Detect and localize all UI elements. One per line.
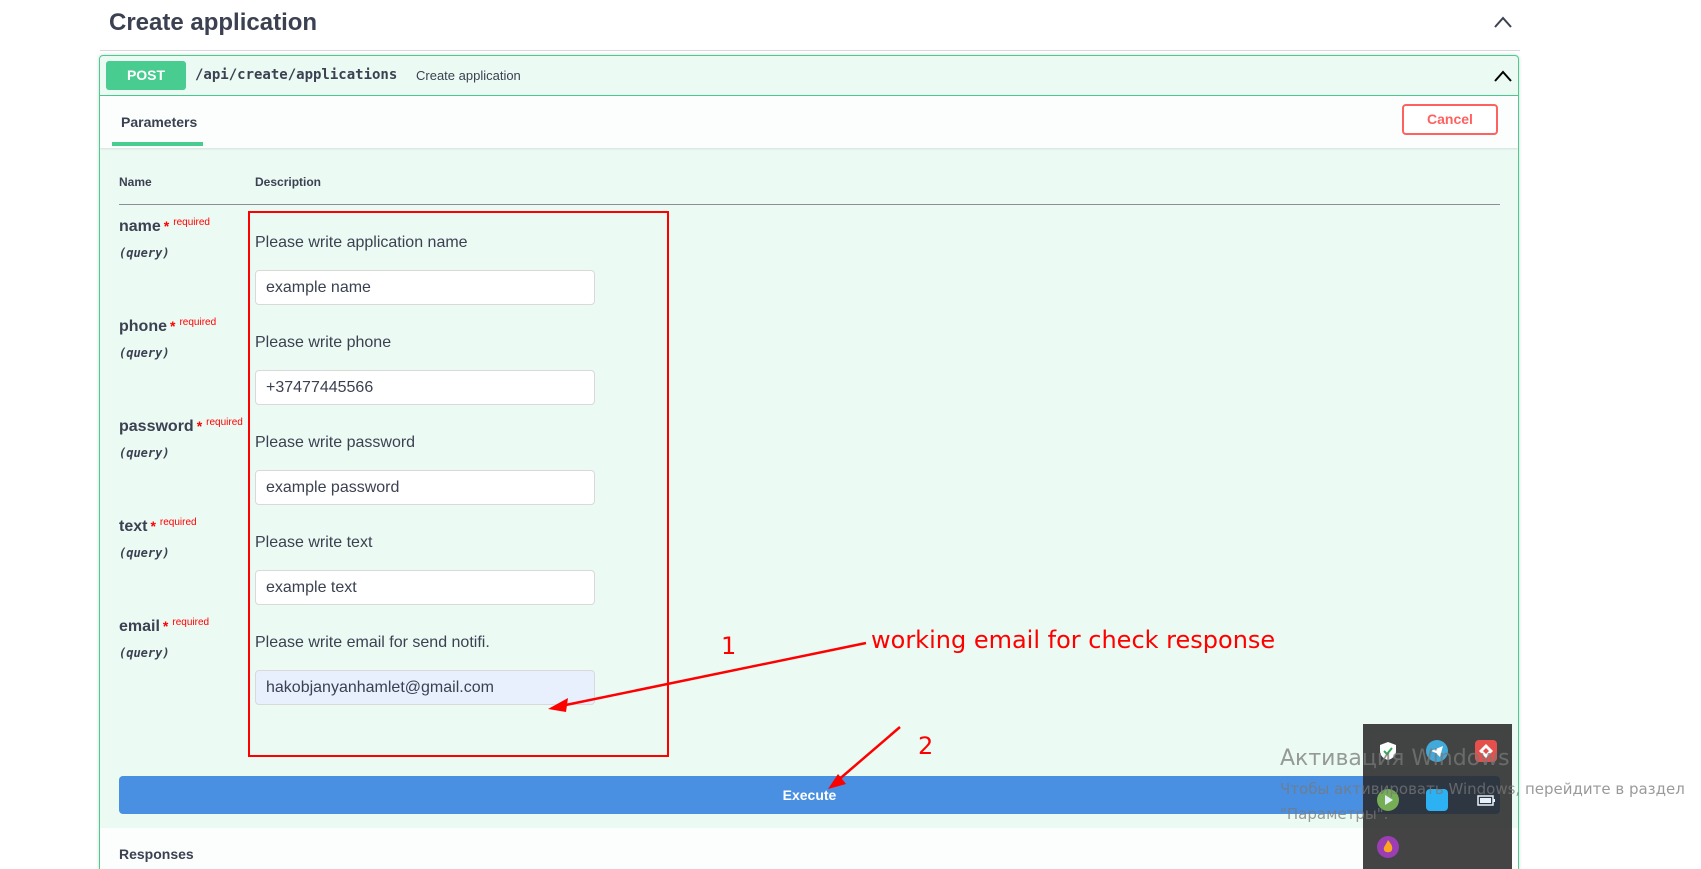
param-location: (query) — [119, 546, 170, 560]
phone-input[interactable]: +37477445566 — [255, 370, 595, 405]
parameters-header: Parameters Cancel — [100, 96, 1518, 148]
param-description: Please write password — [255, 434, 416, 451]
param-location: (query) — [119, 246, 170, 260]
required-label: required — [206, 417, 243, 428]
required-star: * — [196, 418, 203, 434]
swagger-page: Create application POST /api/create/appl… — [0, 0, 1701, 869]
text-input[interactable]: example text — [255, 570, 595, 605]
param-name-label: name — [119, 218, 161, 235]
required-star: * — [170, 318, 176, 334]
param-name-label: text — [119, 518, 148, 535]
param-name-label: password — [119, 418, 194, 435]
param-location: (query) — [119, 446, 170, 460]
chevron-up-icon[interactable] — [1494, 70, 1512, 82]
required-label: required — [159, 517, 197, 528]
param-name-password: password * required — [119, 417, 243, 436]
responses-title: Responses — [119, 846, 194, 862]
param-name-phone: phone * required — [119, 317, 217, 336]
param-name-label: email — [119, 618, 160, 635]
required-label: required — [173, 217, 210, 228]
operation-summary[interactable]: POST /api/create/applications Create app… — [100, 56, 1518, 96]
header-divider — [119, 204, 1500, 205]
activation-watermark-text: Чтобы активировать Windows, перейдите в … — [1280, 780, 1685, 798]
param-location: (query) — [119, 346, 170, 360]
responses-section — [100, 828, 1518, 869]
method-badge: POST — [106, 61, 186, 90]
param-description: Please write email for send notifi. — [255, 634, 490, 651]
param-name-label: phone — [119, 318, 167, 335]
required-label: required — [179, 317, 217, 328]
param-name-email: email * required — [119, 617, 210, 636]
email-input[interactable]: hakobjanyanhamlet@gmail.com — [255, 670, 595, 705]
required-star: * — [162, 618, 169, 634]
param-location: (query) — [119, 646, 170, 660]
password-input[interactable]: example password — [255, 470, 595, 505]
column-header-description: Description — [255, 175, 322, 189]
required-label: required — [172, 617, 210, 628]
name-input[interactable]: example name — [255, 270, 595, 305]
param-description: Please write phone — [255, 334, 392, 351]
required-star: * — [150, 518, 156, 534]
active-tab-indicator — [112, 142, 203, 146]
annotation-note: working email for check response — [871, 626, 1276, 654]
flame-icon[interactable] — [1377, 836, 1399, 858]
param-description: Please write text — [255, 534, 373, 551]
chevron-up-icon[interactable] — [1494, 16, 1512, 28]
param-name-text: text * required — [119, 517, 197, 536]
section-title: Create application — [109, 9, 318, 36]
section-header[interactable]: Create application — [100, 0, 1520, 51]
operation-path: /api/create/applications — [195, 67, 398, 83]
cancel-button[interactable]: Cancel — [1402, 104, 1498, 135]
column-header-name: Name — [119, 175, 152, 189]
annotation-step-1: 1 — [721, 632, 737, 660]
required-star: * — [163, 218, 170, 234]
operation-summary-text: Create application — [416, 68, 521, 83]
tab-parameters[interactable]: Parameters — [118, 96, 200, 148]
param-description: Please write application name — [255, 234, 468, 251]
annotation-step-2: 2 — [918, 732, 934, 760]
param-name-name: name * required — [119, 217, 210, 236]
activation-watermark-settings: "Параметры". — [1280, 805, 1389, 823]
activation-watermark-title: Активация Windows — [1280, 746, 1510, 771]
